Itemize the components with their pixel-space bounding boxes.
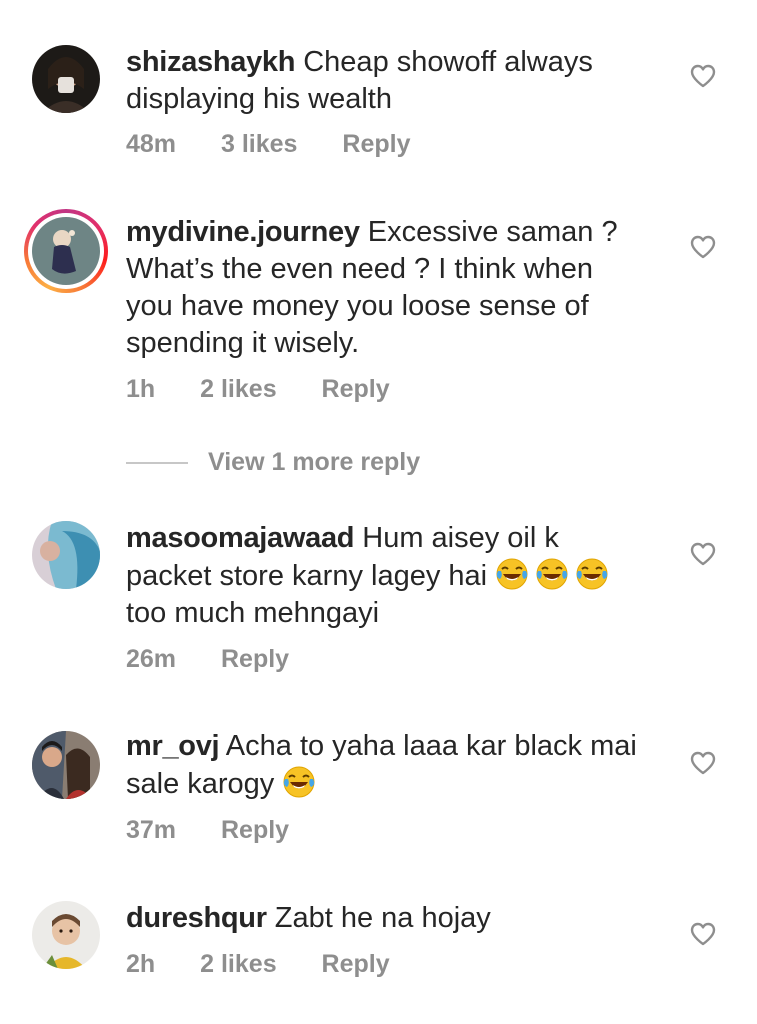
reply-button[interactable]: Reply (342, 130, 410, 159)
avatar[interactable] (32, 521, 100, 589)
comment-time: 37m (126, 816, 177, 844)
comment-username[interactable]: mydivine.journey (126, 216, 360, 248)
comment-username[interactable]: dureshqur (126, 902, 267, 934)
heart-outline-icon[interactable] (690, 64, 716, 88)
comment-time: 1h (126, 375, 156, 403)
comment-username[interactable]: masoomajawaad (126, 522, 355, 554)
avatar-photo-icon (32, 45, 100, 113)
face-with-tears-of-joy-icon (575, 557, 609, 591)
comment-time: 2h (126, 950, 156, 978)
comment-text: Zabt he na hojay (274, 902, 491, 934)
comment-likes[interactable]: 2 likes (200, 375, 276, 404)
avatar-illustration-icon (32, 217, 100, 285)
reply-button[interactable]: Reply (221, 816, 289, 845)
reply-button[interactable]: Reply (322, 950, 390, 979)
story-ring[interactable] (24, 209, 108, 293)
view-more-replies-button[interactable]: View 1 more reply (126, 448, 420, 478)
avatar[interactable] (32, 731, 100, 799)
reply-thread-divider (126, 462, 188, 465)
heart-outline-icon[interactable] (690, 751, 716, 775)
view-more-replies-label: View 1 more reply (208, 448, 421, 476)
face-with-tears-of-joy-icon (535, 557, 569, 591)
avatar[interactable] (32, 45, 100, 113)
comment-time: 48m (126, 130, 177, 158)
comment-text-continued: too much mehngayi (126, 597, 380, 629)
comment-likes[interactable]: 2 likes (200, 950, 276, 979)
comment-username[interactable]: shizashaykh (126, 46, 295, 78)
reply-button[interactable]: Reply (221, 645, 289, 674)
face-with-tears-of-joy-icon (282, 765, 316, 799)
face-with-tears-of-joy-icon (495, 557, 529, 591)
heart-outline-icon[interactable] (690, 542, 716, 566)
heart-outline-icon[interactable] (690, 235, 716, 259)
reply-button[interactable]: Reply (322, 375, 390, 404)
avatar-photo-icon (32, 901, 100, 969)
avatar-photo-icon (32, 731, 100, 799)
comment-likes[interactable]: 3 likes (221, 130, 297, 159)
avatar[interactable] (32, 901, 100, 969)
avatar[interactable] (32, 217, 100, 285)
comment-time: 26m (126, 645, 177, 673)
comment-username[interactable]: mr_ovj (126, 730, 220, 762)
heart-outline-icon[interactable] (690, 922, 716, 946)
avatar-photo-icon (32, 521, 100, 589)
